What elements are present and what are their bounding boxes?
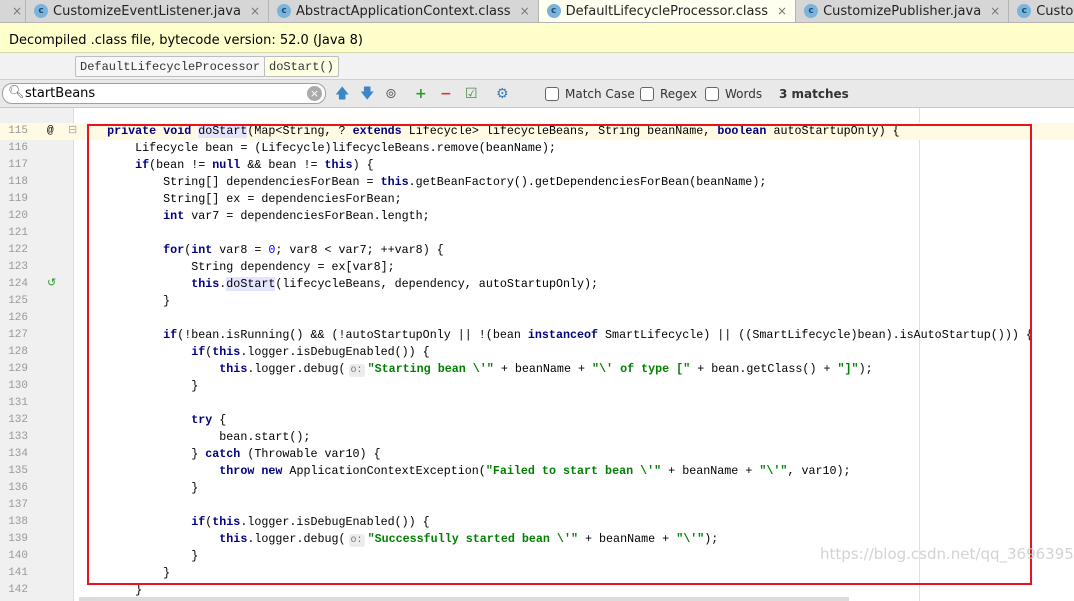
regex-checkbox[interactable]: Regex bbox=[640, 87, 697, 101]
words-checkbox[interactable]: Words bbox=[705, 87, 762, 101]
close-icon[interactable]: × bbox=[777, 4, 787, 18]
line-number: 117 bbox=[8, 159, 28, 171]
line-number: 131 bbox=[8, 397, 28, 409]
line-number: 124 bbox=[8, 278, 28, 290]
line-number: 126 bbox=[8, 312, 28, 324]
words-label: Words bbox=[725, 87, 763, 101]
line-number: 123 bbox=[8, 261, 28, 273]
tab[interactable]: c CustomizeEventListener.java × bbox=[26, 0, 270, 22]
line-number: 134 bbox=[8, 448, 28, 460]
breadcrumb-class[interactable]: DefaultLifecycleProcessor bbox=[75, 56, 266, 77]
locked-class-icon: c bbox=[546, 4, 561, 18]
line-number: 127 bbox=[8, 329, 28, 341]
line-number: 139 bbox=[8, 533, 28, 545]
clear-search-icon[interactable]: × bbox=[307, 86, 322, 101]
line-number: 133 bbox=[8, 431, 28, 443]
horizontal-scrollbar[interactable] bbox=[79, 597, 849, 601]
line-number: 132 bbox=[8, 414, 28, 426]
tab-label: DefaultLifecycleProcessor.class bbox=[565, 3, 768, 19]
runnable-class-icon: c bbox=[1017, 4, 1032, 18]
line-number: 128 bbox=[8, 346, 28, 358]
close-icon[interactable]: × bbox=[12, 4, 22, 18]
line-number: 136 bbox=[8, 482, 28, 494]
override-icon[interactable]: @ bbox=[47, 123, 54, 140]
remove-occurrence-icon[interactable]: − bbox=[440, 85, 452, 103]
line-number: 142 bbox=[8, 584, 28, 596]
close-icon[interactable]: × bbox=[520, 4, 530, 18]
line-number: 116 bbox=[8, 142, 28, 154]
tab[interactable]: c Customizeapplicationevent bbox=[1009, 0, 1074, 22]
tab[interactable]: c AbstractApplicationContext.class × bbox=[269, 0, 539, 22]
close-icon[interactable]: × bbox=[250, 4, 260, 18]
line-number: 115 bbox=[8, 125, 28, 137]
editor-tabs: × c CustomizeEventListener.java × c AbstractA… bbox=[0, 0, 1074, 23]
gear-icon[interactable]: ⚙ bbox=[496, 85, 509, 103]
decompiled-banner: Decompiled .class file, bytecode version… bbox=[0, 23, 1074, 53]
line-number: 119 bbox=[8, 193, 28, 205]
tab-label: AbstractApplicationContext.class bbox=[296, 3, 511, 19]
tab[interactable]: c CustomizePublisher.java × bbox=[796, 0, 1010, 22]
line-number: 122 bbox=[8, 244, 28, 256]
match-case-checkbox[interactable]: Match Case bbox=[545, 87, 635, 101]
tab-label: Customizeapplicationevent bbox=[1036, 3, 1074, 19]
search-value: startBeans bbox=[25, 86, 96, 101]
tab-label: CustomizeEventListener.java bbox=[53, 3, 241, 19]
line-number: 140 bbox=[8, 550, 28, 562]
line-number: 141 bbox=[8, 567, 28, 579]
regex-label: Regex bbox=[660, 87, 698, 101]
line-number: 118 bbox=[8, 176, 28, 188]
breadcrumb-method[interactable]: doStart() bbox=[264, 56, 339, 77]
watermark: https://blog.csdn.net/qq_36963950 bbox=[820, 545, 1074, 563]
line-number: 125 bbox=[8, 295, 28, 307]
line-number: 137 bbox=[8, 499, 28, 511]
annotation-box bbox=[87, 124, 1032, 585]
search-icon[interactable]: 🔍︎ bbox=[8, 85, 25, 100]
class-icon: c bbox=[804, 4, 819, 18]
find-all-icon[interactable]: ⊚ bbox=[385, 85, 397, 103]
class-icon: c bbox=[34, 4, 48, 18]
recursive-call-icon: ↺ bbox=[47, 278, 57, 290]
select-all-occurrences-icon[interactable]: ☑ bbox=[465, 85, 478, 103]
fold-icon[interactable]: ⊟ bbox=[68, 123, 77, 140]
previous-occurrence-icon[interactable]: 🡅 bbox=[335, 85, 349, 103]
line-number: 138 bbox=[8, 516, 28, 528]
search-input[interactable]: 🔍︎ startBeans × bbox=[2, 83, 326, 104]
tab-label: CustomizePublisher.java bbox=[823, 3, 982, 19]
line-number: 129 bbox=[8, 363, 28, 375]
tab[interactable]: c DefaultLifecycleProcessor.class × bbox=[538, 0, 797, 22]
line-number: 121 bbox=[8, 227, 28, 239]
add-occurrence-icon[interactable]: + bbox=[415, 85, 427, 103]
match-case-label: Match Case bbox=[565, 87, 635, 101]
search-bar: 🔍︎ startBeans × 🡅 🡇 ⊚ + − ☑ ⚙ Match Case… bbox=[0, 80, 1074, 108]
line-number: 135 bbox=[8, 465, 28, 477]
match-count: 3 matches bbox=[779, 87, 849, 101]
locked-class-icon: c bbox=[277, 4, 292, 18]
line-number: 130 bbox=[8, 380, 28, 392]
close-icon[interactable]: × bbox=[990, 4, 1000, 18]
next-occurrence-icon[interactable]: 🡇 bbox=[360, 85, 374, 103]
line-number: 120 bbox=[8, 210, 28, 222]
breadcrumb: DefaultLifecycleProcessor doStart() bbox=[0, 53, 1074, 80]
tab[interactable]: × bbox=[0, 0, 26, 22]
